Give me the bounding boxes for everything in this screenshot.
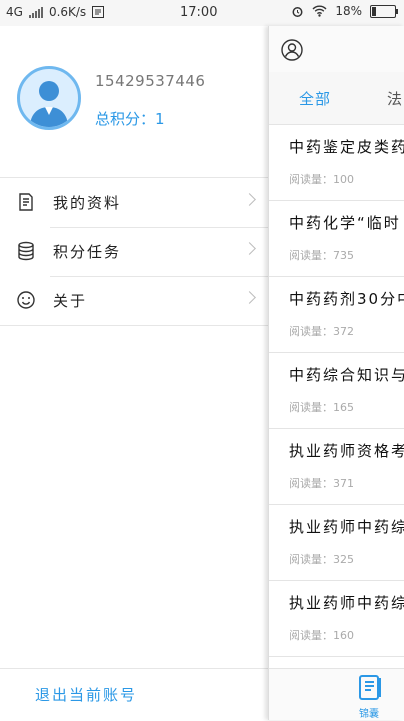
battery-percent: 18% [335, 4, 362, 18]
tab-law[interactable]: 法 [387, 88, 403, 109]
list-item[interactable]: 中药鉴定皮类药 阅读量：100 [269, 125, 404, 201]
user-phone: 15429537446 [95, 72, 206, 90]
list-item[interactable]: 执业药师中药综 阅读量：325 [269, 505, 404, 581]
menu-item-label: 积分任务 [53, 243, 122, 261]
article-title: 执业药师中药综 [289, 518, 404, 536]
battery-icon [370, 4, 398, 18]
logout-button[interactable]: 退出当前账号 [0, 668, 268, 721]
alarm-icon [292, 6, 303, 17]
article-title: 中药鉴定皮类药 [289, 138, 404, 156]
network-speed: 0.6K/s [48, 5, 87, 19]
list-item[interactable]: 中药药剂30分中 阅读量：372 [269, 277, 404, 353]
drawer-menu: 我的资料 积分任务 关于 [0, 177, 268, 326]
article-title: 中药综合知识与 [289, 366, 404, 384]
bottom-nav-label[interactable]: 锦囊 [359, 705, 379, 720]
menu-item-my-profile[interactable]: 我的资料 [0, 178, 268, 227]
article-read-count: 阅读量：371 [289, 477, 354, 490]
article-title: 执业药师中药综 [289, 594, 404, 612]
article-read-count: 阅读量：735 [289, 249, 354, 262]
status-bar: 4G 0.6K/s 17:00 18% [0, 0, 404, 26]
tab-all[interactable]: 全部 [299, 88, 331, 109]
article-read-count: 阅读量：372 [289, 325, 354, 338]
article-read-count: 阅读量：100 [289, 173, 354, 186]
article-list: 中药鉴定皮类药 阅读量：100 中药化学“临时 阅读量：735 中药药剂30分中… [269, 125, 404, 657]
menu-item-label: 关于 [53, 292, 88, 310]
status-right: 18% [291, 4, 398, 18]
wifi-icon [312, 5, 327, 17]
book-icon[interactable] [357, 674, 383, 702]
article-read-count: 阅读量：325 [289, 553, 354, 566]
navigation-drawer: 15429537446 总积分：1 我的资料 积分任务 关于 退出当前账号 [0, 26, 268, 720]
bottom-nav: 锦囊 [269, 668, 404, 720]
menu-item-about[interactable]: 关于 [0, 276, 268, 325]
status-left: 4G 0.6K/s [6, 5, 105, 19]
list-item[interactable]: 执业药师资格考 阅读量：371 [269, 429, 404, 505]
article-read-count: 阅读量：165 [289, 401, 354, 414]
article-title: 中药化学“临时 [289, 214, 401, 232]
article-title: 中药药剂30分中 [289, 290, 404, 308]
list-item[interactable]: 中药化学“临时 阅读量：735 [269, 201, 404, 277]
menu-item-points-tasks[interactable]: 积分任务 [0, 227, 268, 276]
user-avatar-icon [30, 81, 68, 127]
top-bar [269, 26, 404, 72]
category-tabs: 全部 法 [269, 72, 404, 125]
notification-icon [92, 6, 105, 18]
total-points: 总积分：1 [95, 110, 165, 128]
article-read-count: 阅读量：160 [289, 629, 354, 642]
avatar[interactable] [17, 66, 81, 130]
chevron-right-icon [243, 291, 256, 304]
database-icon [18, 241, 34, 261]
status-time: 17:00 [180, 5, 218, 20]
profile-header: 15429537446 总积分：1 [0, 26, 268, 176]
user-icon[interactable] [281, 39, 303, 61]
article-title: 执业药师资格考 [289, 442, 404, 460]
main-content: 全部 法 中药鉴定皮类药 阅读量：100 中药化学“临时 阅读量：735 中药药… [268, 26, 404, 720]
document-icon [19, 193, 33, 211]
list-item[interactable]: 执业药师中药综 阅读量：160 [269, 581, 404, 657]
menu-item-label: 我的资料 [53, 194, 122, 212]
list-item[interactable]: 中药综合知识与 阅读量：165 [269, 353, 404, 429]
network-type: 4G [6, 5, 23, 19]
smiley-icon [17, 291, 35, 309]
signal-icon [28, 6, 43, 18]
chevron-right-icon [243, 193, 256, 206]
logout-label: 退出当前账号 [35, 686, 138, 704]
chevron-right-icon [243, 242, 256, 255]
